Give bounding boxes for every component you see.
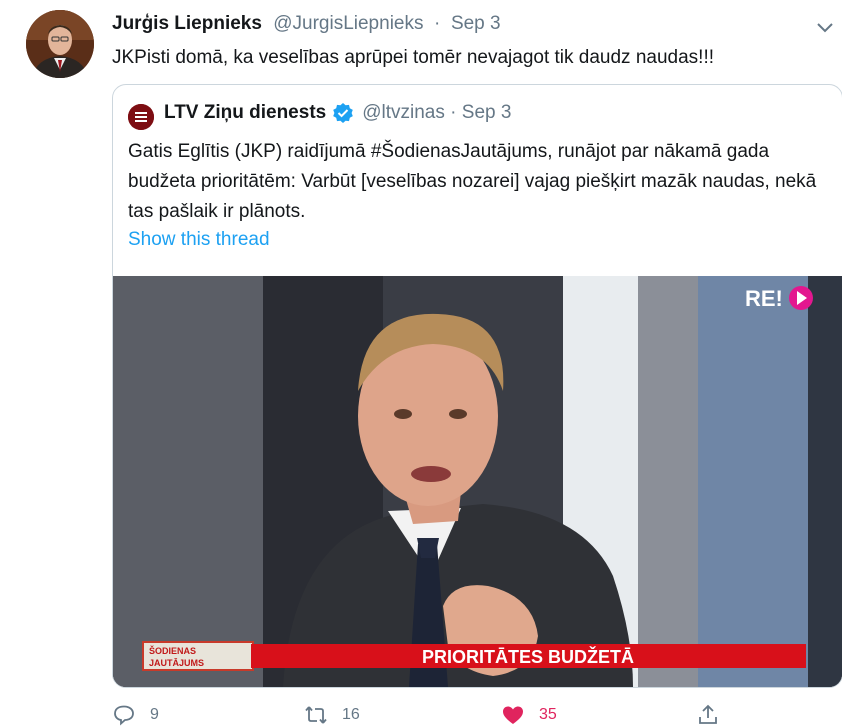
tweet-text: JKPisti domā, ka veselības aprūpei tomēr… — [112, 47, 715, 68]
retweet-count: 16 — [342, 706, 360, 723]
verified-badge-icon — [332, 102, 354, 124]
quoted-author-handle: @ltvzinas — [362, 102, 445, 123]
reply-button[interactable]: 9 — [112, 702, 159, 728]
quoted-text: Gatis Eglītis (JKP) raidījumā #ŠodienasJ… — [128, 141, 817, 222]
show-label-line1: ŠODIENAS — [149, 645, 196, 656]
separator-dot: · — [444, 102, 462, 123]
show-thread-link[interactable]: Show this thread — [128, 229, 270, 251]
tweet-date[interactable]: Sep 3 — [451, 13, 501, 34]
reply-count: 9 — [150, 706, 159, 723]
author-avatar[interactable] — [26, 10, 94, 78]
chevron-down-icon[interactable] — [814, 16, 836, 38]
quoted-media-image[interactable]: RE! ŠODIENAS JAUTĀJUMS PRIORITĀTES BUDŽE… — [113, 276, 842, 687]
separator-dot: · — [428, 13, 446, 34]
reply-icon — [114, 705, 134, 726]
share-button[interactable] — [696, 702, 734, 728]
retweet-icon — [305, 706, 327, 724]
tweet-header: Jurģis Liepnieks @JurgisLiepnieks · Sep … — [112, 13, 501, 35]
author-name[interactable]: Jurģis Liepnieks — [112, 13, 262, 34]
lower-third-banner: PRIORITĀTES BUDŽETĀ — [422, 646, 634, 667]
quoted-date: Sep 3 — [461, 102, 512, 123]
channel-logo: RE! — [745, 286, 783, 311]
like-count: 35 — [539, 706, 557, 723]
retweet-button[interactable]: 16 — [304, 702, 360, 728]
author-handle[interactable]: @JurgisLiepnieks — [273, 13, 423, 34]
heart-icon — [503, 706, 523, 724]
quoted-author-avatar — [128, 104, 154, 130]
quoted-tweet[interactable]: LTV Ziņu dienests @ltvzinas · Sep 3 Gati… — [112, 84, 842, 688]
like-button[interactable]: 35 — [501, 702, 557, 728]
quoted-author-name: LTV Ziņu dienests — [164, 102, 327, 123]
quoted-header: LTV Ziņu dienests @ltvzinas · Sep 3 — [164, 102, 511, 124]
share-icon — [699, 704, 717, 724]
show-label-line2: JAUTĀJUMS — [149, 658, 204, 668]
action-bar: 9 16 35 — [112, 702, 732, 728]
